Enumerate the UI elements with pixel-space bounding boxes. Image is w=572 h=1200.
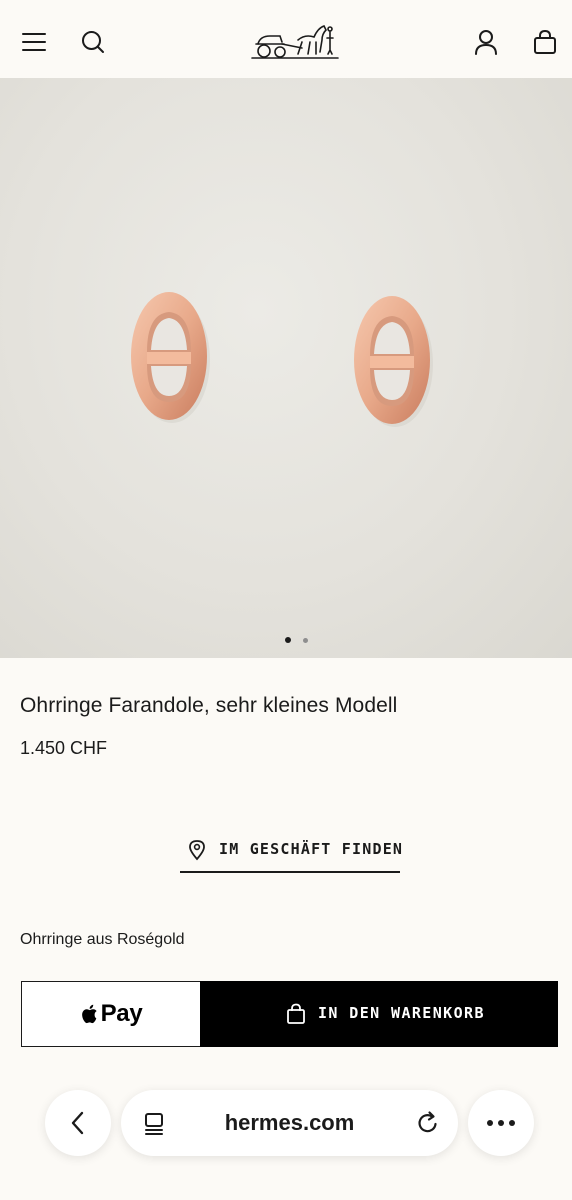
location-pin-icon	[189, 840, 205, 861]
product-price: 1.450 CHF	[20, 738, 108, 758]
reload-icon[interactable]	[415, 1110, 441, 1136]
find-in-store-link[interactable]: IM GESCHÄFT FINDEN	[180, 833, 404, 873]
shopping-bag-icon	[287, 1003, 305, 1024]
hermes-logo[interactable]	[250, 18, 340, 62]
pagination-dot-active[interactable]	[285, 637, 291, 643]
user-icon[interactable]	[471, 27, 501, 57]
product-description: Ohrringe aus Roségold	[20, 931, 185, 948]
hamburger-menu-icon[interactable]	[19, 27, 49, 57]
product-title: Ohrringe Farandole, sehr kleines Modell	[20, 694, 398, 717]
apple-logo-icon	[81, 1004, 97, 1024]
earring-right-image	[354, 296, 433, 427]
earring-left-image	[131, 292, 210, 423]
more-options-icon	[487, 1120, 515, 1126]
gallery-pagination	[0, 636, 572, 646]
search-icon[interactable]	[78, 27, 108, 57]
browser-more-button[interactable]	[468, 1090, 534, 1156]
browser-address-bar[interactable]: hermes.com	[121, 1090, 458, 1156]
chevron-left-icon	[71, 1111, 84, 1135]
product-image-gallery[interactable]	[0, 78, 572, 658]
browser-domain[interactable]: hermes.com	[121, 1110, 458, 1136]
top-header	[0, 0, 572, 78]
apple-pay-button[interactable]: Pay	[21, 981, 201, 1047]
shopping-bag-icon[interactable]	[530, 27, 560, 57]
pagination-dot[interactable]	[303, 638, 308, 643]
find-in-store-label: IM GESCHÄFT FINDEN	[219, 840, 404, 858]
add-to-cart-button[interactable]: IN DEN WARENKORB	[200, 981, 558, 1047]
apple-pay-label: Pay	[100, 1000, 143, 1027]
browser-back-button[interactable]	[45, 1090, 111, 1156]
add-to-cart-label: IN DEN WARENKORB	[318, 1004, 485, 1022]
